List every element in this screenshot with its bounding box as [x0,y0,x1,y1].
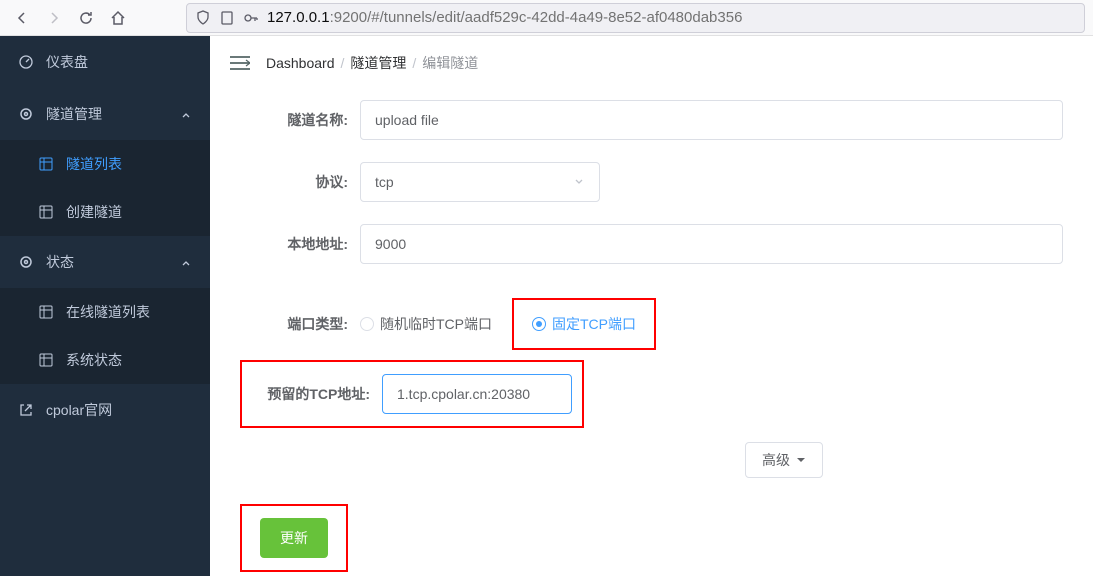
page-icon [219,10,235,26]
key-icon [243,10,259,26]
chevron-up-icon [180,256,192,268]
sidebar-item-label: 仪表盘 [46,52,192,72]
chevron-up-icon [180,108,192,120]
reserved-tcp-row: 预留的TCP地址: [240,360,584,428]
sidebar-item-dashboard[interactable]: 仪表盘 [0,36,210,88]
grid-icon [38,156,54,172]
breadcrumb-item[interactable]: Dashboard [266,55,335,71]
grid-icon [38,304,54,320]
breadcrumb-item[interactable]: 隧道管理 [350,53,406,73]
sidebar-item-website[interactable]: cpolar官网 [0,384,210,436]
breadcrumb-separator: / [341,55,345,71]
radio-fixed-port[interactable]: 固定TCP端口 [512,298,656,350]
sidebar-item-tunnel-list[interactable]: 隧道列表 [0,140,210,188]
shield-icon [195,10,211,26]
external-link-icon [18,402,34,418]
browser-toolbar: 127.0.0.1:9200/#/tunnels/edit/aadf529c-4… [0,0,1093,36]
sidebar-item-label: 创建隧道 [66,202,192,222]
radio-icon [532,317,546,331]
caret-down-icon [796,452,806,468]
reserved-tcp-input[interactable] [382,374,572,414]
circle-icon [18,106,34,122]
protocol-value: tcp [375,174,394,190]
name-label: 隧道名称: [240,110,360,130]
reserved-label: 预留的TCP地址: [242,384,382,404]
breadcrumb-current: 编辑隧道 [422,53,478,73]
sidebar-item-label: 隧道列表 [66,154,192,174]
submit-highlight: 更新 [240,504,348,572]
sidebar: 仪表盘 隧道管理 隧道列表 创建隧道 状态 在线隧道列表 系统状态 [0,36,210,576]
circle-icon [18,254,34,270]
name-input[interactable] [360,100,1063,140]
protocol-select[interactable]: tcp [360,162,600,202]
protocol-label: 协议: [240,172,360,192]
sidebar-item-label: cpolar官网 [46,400,192,420]
submit-button[interactable]: 更新 [260,518,328,558]
grid-icon [38,352,54,368]
url-bar[interactable]: 127.0.0.1:9200/#/tunnels/edit/aadf529c-4… [186,3,1085,33]
edit-tunnel-form: 隧道名称: 协议: tcp 本地地址: 端口类型: [210,90,1093,576]
sidebar-item-label: 在线隧道列表 [66,302,192,322]
gauge-icon [18,54,34,70]
advanced-button[interactable]: 高级 [745,442,823,478]
breadcrumb: Dashboard / 隧道管理 / 编辑隧道 [266,53,478,73]
sidebar-item-online-list[interactable]: 在线隧道列表 [0,288,210,336]
radio-icon [360,317,374,331]
sidebar-item-label: 系统状态 [66,350,192,370]
reload-button[interactable] [72,4,100,32]
sidebar-item-create-tunnel[interactable]: 创建隧道 [0,188,210,236]
port-type-label: 端口类型: [240,314,360,334]
advanced-label: 高级 [762,450,790,470]
local-addr-input[interactable] [360,224,1063,264]
radio-label: 固定TCP端口 [552,314,636,334]
local-addr-label: 本地地址: [240,234,360,254]
menu-toggle-icon[interactable] [230,55,250,71]
radio-random-port[interactable]: 随机临时TCP端口 [360,314,492,334]
chevron-down-icon [573,174,585,190]
grid-icon [38,204,54,220]
home-button[interactable] [104,4,132,32]
sidebar-item-sys-status[interactable]: 系统状态 [0,336,210,384]
sidebar-item-status[interactable]: 状态 [0,236,210,288]
breadcrumb-separator: / [412,55,416,71]
sidebar-item-tunnel-mgmt[interactable]: 隧道管理 [0,88,210,140]
main-content: Dashboard / 隧道管理 / 编辑隧道 隧道名称: 协议: tcp [210,36,1093,576]
topbar: Dashboard / 隧道管理 / 编辑隧道 [210,36,1093,90]
sidebar-item-label: 隧道管理 [46,104,168,124]
url-text: 127.0.0.1:9200/#/tunnels/edit/aadf529c-4… [267,9,742,26]
forward-button[interactable] [40,4,68,32]
sidebar-item-label: 状态 [46,252,168,272]
back-button[interactable] [8,4,36,32]
radio-label: 随机临时TCP端口 [380,314,492,334]
